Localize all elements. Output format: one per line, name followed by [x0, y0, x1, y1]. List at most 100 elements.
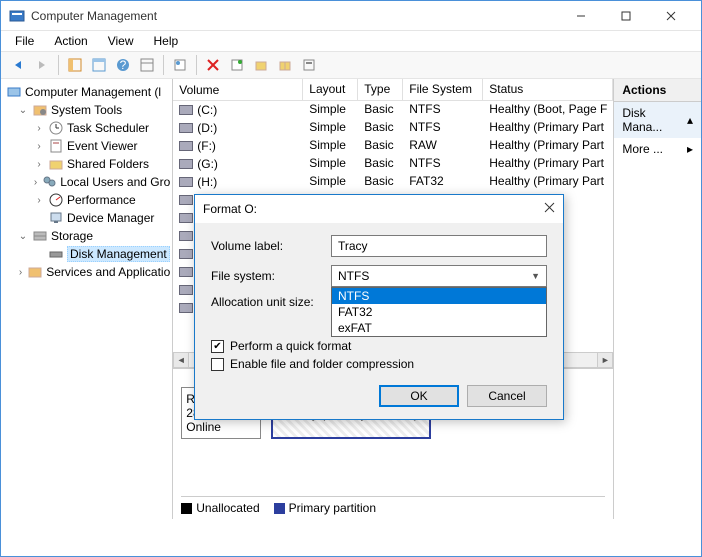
- volume-filesystem: RAW: [403, 137, 483, 155]
- minimize-button[interactable]: [558, 2, 603, 30]
- chevron-down-icon: ▼: [531, 271, 540, 281]
- volume-filesystem: NTFS: [403, 101, 483, 119]
- close-button[interactable]: [648, 2, 693, 30]
- disk-icon: [179, 213, 193, 223]
- volume-label-input[interactable]: [331, 235, 547, 257]
- tree-services[interactable]: ›Services and Applicatio: [3, 263, 170, 281]
- expand-icon[interactable]: ›: [17, 267, 24, 278]
- volume-status: Healthy (Boot, Page F: [483, 101, 613, 119]
- volume-type: Basic: [358, 137, 403, 155]
- volume-row[interactable]: (H:)SimpleBasicFAT32Healthy (Primary Par…: [173, 173, 613, 191]
- dialog-titlebar[interactable]: Format O:: [195, 195, 563, 223]
- menu-help[interactable]: Help: [146, 32, 187, 50]
- disk-icon: [179, 303, 193, 313]
- col-volume[interactable]: Volume: [173, 79, 303, 100]
- tree-device-manager[interactable]: Device Manager: [3, 209, 170, 227]
- separator: [58, 55, 59, 75]
- window-title: Computer Management: [31, 9, 558, 23]
- expand-icon[interactable]: ›: [33, 159, 45, 170]
- show-actions-button[interactable]: [88, 54, 110, 76]
- dialog-close-button[interactable]: [544, 202, 555, 216]
- tree-storage[interactable]: ⌄Storage: [3, 227, 170, 245]
- wizard-button[interactable]: [226, 54, 248, 76]
- volume-row[interactable]: (G:)SimpleBasicNTFSHealthy (Primary Part: [173, 155, 613, 173]
- tree-system-tools[interactable]: ⌄System Tools: [3, 101, 170, 119]
- volume-name: (F:): [197, 139, 216, 153]
- volume-layout: Simple: [303, 119, 358, 137]
- volume-row[interactable]: (D:)SimpleBasicNTFSHealthy (Primary Part: [173, 119, 613, 137]
- extend-button[interactable]: [274, 54, 296, 76]
- volume-status: Healthy (Primary Part: [483, 173, 613, 191]
- volume-row[interactable]: (F:) SimpleBasicRAWHealthy (Primary Part: [173, 137, 613, 155]
- menu-view[interactable]: View: [100, 32, 142, 50]
- tree-task-scheduler[interactable]: ›Task Scheduler: [3, 119, 170, 137]
- volume-name: (D:): [197, 121, 217, 135]
- col-type[interactable]: Type: [358, 79, 403, 100]
- separator: [196, 55, 197, 75]
- volume-layout: Simple: [303, 101, 358, 119]
- cancel-button[interactable]: Cancel: [467, 385, 547, 407]
- file-system-dropdown: NTFS FAT32 exFAT: [331, 287, 547, 337]
- col-filesystem[interactable]: File System: [403, 79, 483, 100]
- tree-shared-folders[interactable]: ›Shared Folders: [3, 155, 170, 173]
- legend-primary-swatch: [274, 503, 285, 514]
- col-layout[interactable]: Layout: [303, 79, 358, 100]
- expand-icon[interactable]: ›: [33, 123, 45, 134]
- disk-icon: [179, 249, 193, 259]
- menubar: File Action View Help: [1, 31, 701, 51]
- expand-icon[interactable]: ›: [33, 141, 45, 152]
- properties-button[interactable]: [169, 54, 191, 76]
- actions-more-label: More ...: [622, 142, 663, 156]
- col-status[interactable]: Status: [483, 79, 613, 100]
- titlebar: Computer Management: [1, 1, 701, 31]
- expand-icon[interactable]: ›: [33, 195, 45, 206]
- file-system-combo[interactable]: NTFS ▼ NTFS FAT32 exFAT: [331, 265, 547, 287]
- menu-action[interactable]: Action: [46, 32, 95, 50]
- settings-button[interactable]: [298, 54, 320, 76]
- show-hide-tree-button[interactable]: [64, 54, 86, 76]
- legend-unallocated-swatch: [181, 503, 192, 514]
- fs-option-ntfs[interactable]: NTFS: [332, 288, 546, 304]
- forward-button[interactable]: [31, 54, 53, 76]
- actions-more[interactable]: More ... ▸: [614, 138, 701, 160]
- tree-pane: Computer Management (l ⌄System Tools ›Ta…: [1, 79, 173, 519]
- volume-filesystem: FAT32: [403, 173, 483, 191]
- actions-heading: Actions: [614, 79, 701, 102]
- refresh-button[interactable]: [136, 54, 158, 76]
- toolbar: ?: [1, 51, 701, 79]
- tree-disk-management[interactable]: Disk Management: [3, 245, 170, 263]
- volume-layout: Simple: [303, 137, 358, 155]
- collapse-icon[interactable]: ⌄: [17, 231, 29, 242]
- collapse-icon[interactable]: ⌄: [17, 105, 29, 116]
- ok-button[interactable]: OK: [379, 385, 459, 407]
- legend: Unallocated Primary partition: [181, 496, 605, 515]
- compression-checkbox[interactable]: Enable file and folder compression: [211, 357, 547, 371]
- tree-local-users[interactable]: ›Local Users and Gro: [3, 173, 170, 191]
- quick-format-checkbox[interactable]: ✔ Perform a quick format: [211, 339, 547, 353]
- help-button[interactable]: ?: [112, 54, 134, 76]
- tree-event-viewer[interactable]: ›Event Viewer: [3, 137, 170, 155]
- fs-option-fat32[interactable]: FAT32: [332, 304, 546, 320]
- expand-icon[interactable]: ›: [33, 177, 38, 188]
- legend-unallocated-label: Unallocated: [196, 501, 259, 515]
- volume-row[interactable]: (C:)SimpleBasicNTFSHealthy (Boot, Page F: [173, 101, 613, 119]
- maximize-button[interactable]: [603, 2, 648, 30]
- format-button[interactable]: [250, 54, 272, 76]
- tree-root[interactable]: Computer Management (l: [3, 83, 170, 101]
- volume-name: (H:): [197, 175, 217, 189]
- actions-disk-management[interactable]: Disk Mana... ▴: [614, 102, 701, 138]
- volume-name: (C:): [197, 103, 217, 117]
- back-button[interactable]: [7, 54, 29, 76]
- disk-icon: [179, 267, 193, 277]
- delete-button[interactable]: [202, 54, 224, 76]
- actions-item-label: Disk Mana...: [622, 106, 687, 134]
- tree-performance[interactable]: ›Performance: [3, 191, 170, 209]
- submenu-arrow-icon: ▸: [687, 142, 693, 156]
- menu-file[interactable]: File: [7, 32, 42, 50]
- disk-icon: [179, 285, 193, 295]
- volume-status: Healthy (Primary Part: [483, 137, 613, 155]
- scroll-right-button[interactable]: ►: [597, 352, 613, 368]
- separator: [163, 55, 164, 75]
- scroll-left-button[interactable]: ◄: [173, 352, 189, 368]
- fs-option-exfat[interactable]: exFAT: [332, 320, 546, 336]
